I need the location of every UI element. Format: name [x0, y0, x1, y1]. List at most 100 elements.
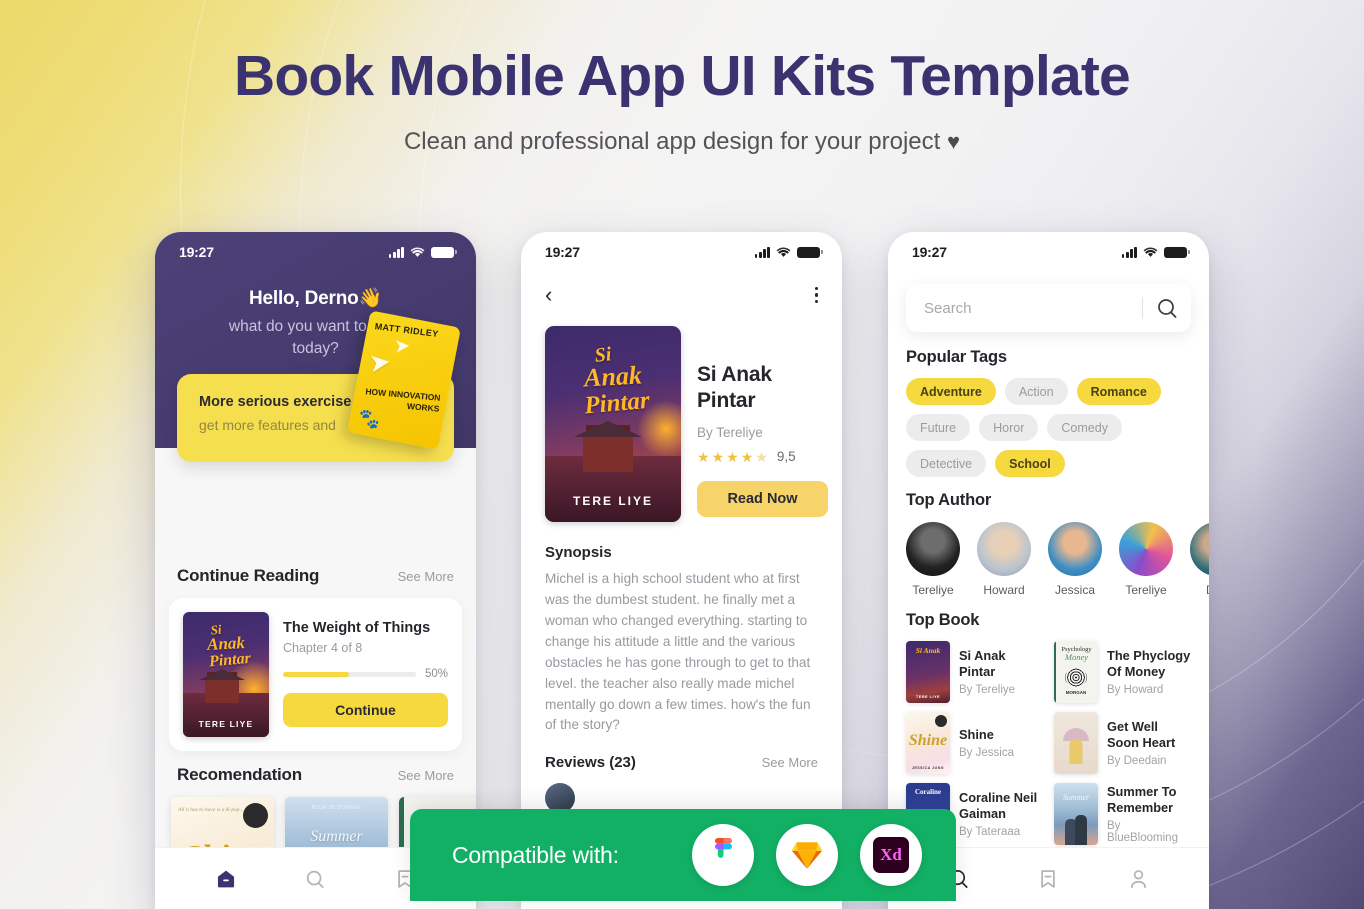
- book-cover: Summer: [1054, 783, 1098, 845]
- author-item[interactable]: Tereliye: [906, 522, 960, 597]
- home-hero: 19:27 Hello, Derno👋 what do you want to …: [155, 232, 476, 552]
- author-item[interactable]: Howard: [977, 522, 1031, 597]
- battery-icon: [1164, 246, 1190, 258]
- back-icon[interactable]: ‹: [545, 284, 552, 306]
- book-author: By Jessica: [959, 746, 1014, 759]
- figma-icon: [692, 824, 754, 886]
- read-now-button[interactable]: Read Now: [697, 481, 828, 518]
- adobe-xd-icon: Xd: [860, 824, 922, 886]
- book-detail-hero: Si Anak Pintar TERE LIYE Si Anak Pintar …: [521, 308, 842, 522]
- rating-value: 9,5: [776, 449, 796, 465]
- top-book-heading: Top Book: [906, 611, 980, 629]
- rating-row: ★ ★ ★ ★ ★ 9,5: [697, 449, 828, 464]
- author-item[interactable]: Jessica: [1048, 522, 1102, 597]
- book-title: Get Well Soon Heart: [1107, 719, 1176, 750]
- tag-chip[interactable]: Adventure: [906, 378, 996, 405]
- book-title: Si Anak Pintar: [959, 648, 1006, 679]
- page-header: Book Mobile App UI Kits Template Clean a…: [0, 0, 1364, 156]
- status-time: 19:27: [545, 244, 580, 260]
- greeting-title: Hello, Derno👋: [155, 286, 476, 310]
- recommendation-heading: Recomendation: [177, 765, 302, 784]
- author-name: Howard: [983, 583, 1025, 597]
- tag-chip[interactable]: Detective: [906, 450, 987, 477]
- tag-chip[interactable]: Action: [1004, 378, 1068, 405]
- popular-tags-list: Adventure Action Romance Future Horor Co…: [906, 378, 1191, 477]
- wave-emoji: 👋: [358, 288, 383, 309]
- nav-search-icon[interactable]: [303, 867, 327, 891]
- phone-mockup-home: 19:27 Hello, Derno👋 what do you want to …: [155, 232, 476, 909]
- book-item[interactable]: Psychology Money MORGAN The Phyclogy Of Mo…: [1054, 641, 1191, 703]
- reading-progress-label: 50%: [424, 668, 448, 680]
- book-item[interactable]: Si Anak TERE LIYE Si Anak Pintar By Terel…: [906, 641, 1043, 703]
- greeting-text: Hello, Derno: [249, 288, 359, 309]
- phone-mockup-detail: 19:27 ‹ Si Anak Pintar TERE LIYE Si Anak…: [521, 232, 842, 909]
- synopsis-heading: Synopsis: [545, 544, 612, 561]
- tag-chip[interactable]: Romance: [1076, 378, 1161, 405]
- continue-see-more-link[interactable]: See More: [398, 569, 454, 584]
- page-subtitle: Clean and professional app design for yo…: [0, 128, 1364, 156]
- sketch-icon: [776, 824, 838, 886]
- book-author: By Howard: [1107, 683, 1164, 696]
- author-item[interactable]: Tereliye: [1119, 522, 1173, 597]
- tag-chip[interactable]: Comedy: [1047, 414, 1122, 441]
- book-item[interactable]: Shine JESSICA JUNG Shine By Jessica: [906, 712, 1043, 774]
- star-icon: ★: [711, 448, 725, 465]
- avatar: [977, 522, 1031, 576]
- top-author-list: Tereliye Howard Jessica Tereliye Dee: [906, 522, 1209, 597]
- avatar: [1190, 522, 1209, 576]
- detail-toolbar: ‹: [521, 272, 842, 308]
- search-icon[interactable]: [1155, 296, 1179, 320]
- popular-tags-heading: Popular Tags: [906, 348, 1007, 366]
- tag-chip[interactable]: Future: [906, 414, 971, 441]
- continue-button[interactable]: Continue: [283, 693, 448, 727]
- summer-imprint: BLUE BLOOMING: [311, 805, 362, 811]
- book-author: By Deedain: [1107, 754, 1167, 767]
- kebab-menu-icon[interactable]: [814, 286, 818, 304]
- book-cover: Si Anak TERE LIYE: [906, 641, 950, 703]
- nav-profile-icon[interactable]: [1126, 867, 1150, 891]
- recommendation-header: Recomendation See More: [155, 751, 476, 797]
- reviews-see-more-link[interactable]: See More: [762, 755, 818, 770]
- reading-progress-bar: [283, 671, 416, 677]
- status-bar: 19:27: [888, 232, 1209, 272]
- star-icon: ★: [740, 448, 754, 465]
- promo-banner[interactable]: More serious exercise get more features …: [177, 310, 461, 462]
- wifi-icon: [1143, 247, 1158, 257]
- shine-tagline: All it has to have is a K-pop...: [178, 807, 244, 813]
- heart-icon: ♥: [946, 128, 961, 154]
- author-name: Jessica: [1054, 583, 1095, 597]
- tag-chip[interactable]: Horor: [979, 414, 1039, 441]
- detail-body: Synopsis Michel is a high school student…: [521, 522, 842, 814]
- book-author: By BlueBlooming: [1107, 819, 1178, 844]
- search-divider: [1142, 297, 1143, 319]
- star-half-icon: ★: [755, 448, 768, 465]
- cover-author: TERE LIYE: [198, 719, 254, 729]
- author-item[interactable]: Dee: [1190, 522, 1209, 597]
- book-title: Coraline Neil Gaiman: [959, 790, 1038, 821]
- award-seal-icon: [243, 803, 268, 828]
- nav-home-icon[interactable]: [214, 867, 238, 891]
- book-item[interactable]: Summer Summer To Remember By BlueBloomin…: [1054, 783, 1191, 845]
- phone-mockup-search: 19:27 Popular Tags Adventure Action Roma…: [888, 232, 1209, 909]
- search-input[interactable]: [924, 299, 1142, 317]
- compatible-with-bar: Compatible with: Xd: [410, 809, 956, 901]
- reviews-heading: Reviews (23): [545, 754, 636, 772]
- book-cover: Shine JESSICA JUNG: [906, 712, 950, 774]
- book-item[interactable]: Get Well Soon Heart By Deedain: [1054, 712, 1191, 774]
- signal-icon: [1121, 246, 1137, 258]
- star-icon: ★: [726, 448, 739, 465]
- signal-icon: [754, 246, 770, 258]
- summer-title: Summer: [310, 827, 363, 845]
- continue-reading-card[interactable]: Si Anak Pintar TERE LIYE The Weight of T…: [169, 598, 462, 751]
- tag-chip[interactable]: School: [995, 450, 1065, 477]
- recommendation-see-more-link[interactable]: See More: [398, 768, 454, 783]
- book-author: By Tateraaa: [959, 825, 1021, 838]
- status-time: 19:27: [912, 244, 947, 260]
- nav-bookmark-icon[interactable]: [1036, 867, 1060, 891]
- search-bar[interactable]: [906, 284, 1191, 332]
- battery-icon: [797, 246, 823, 258]
- page-title: Book Mobile App UI Kits Template: [234, 44, 1131, 108]
- top-author-heading: Top Author: [906, 491, 992, 509]
- avatar: [1119, 522, 1173, 576]
- author-name: Tereliye: [912, 583, 954, 597]
